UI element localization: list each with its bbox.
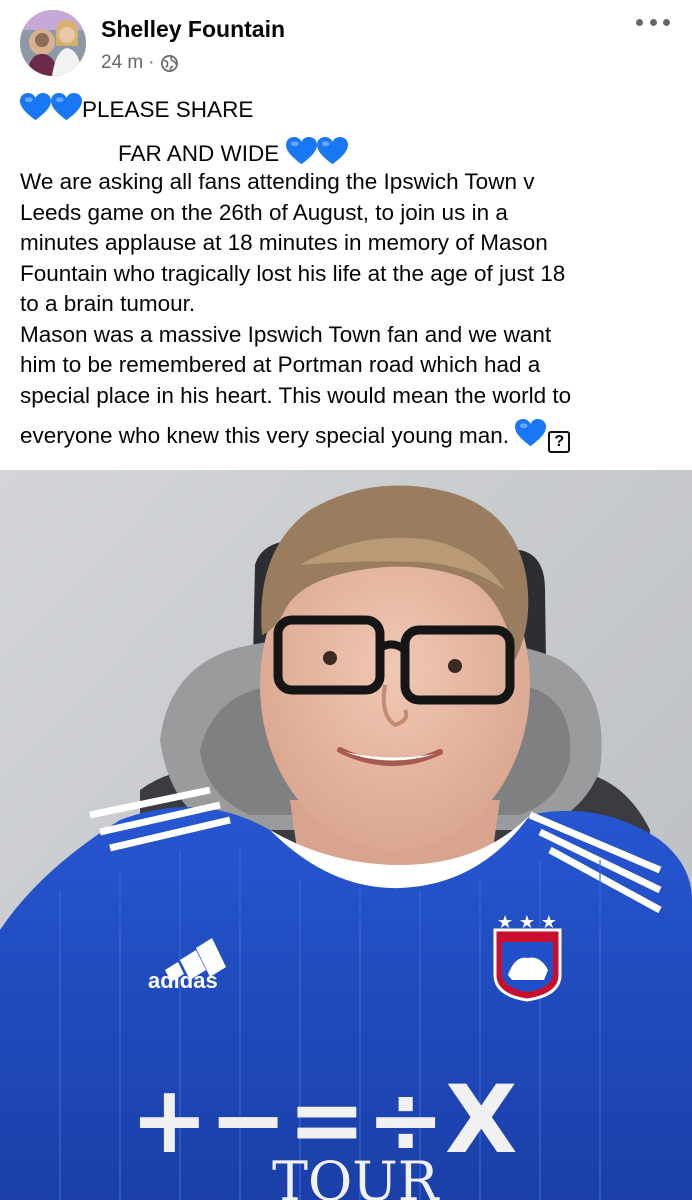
post-line-9: him to be remembered at Portman road whi… [20,352,541,377]
post-text-segment: FAR AND WIDE [118,140,280,166]
post-line-10: special place in his heart. This would m… [20,382,572,408]
blue-heart-icon [51,93,82,121]
post-timestamp[interactable]: 24 m [101,52,143,74]
post-line-5: minutes applause at 18 minutes in memory… [20,230,548,255]
post-line-2: FAR AND WIDE [20,136,680,168]
post-line-6: Fountain who tragically lost his life at… [20,260,566,286]
avatar[interactable] [20,10,86,76]
blue-heart-icon [20,93,51,121]
post-line-3: We are asking all fans attending the Ips… [20,169,535,194]
author-name[interactable]: Shelley Fountain [101,16,285,43]
post-line-4: Leeds game on the 26th of August, to joi… [20,199,508,225]
blue-heart-icon [285,136,317,164]
globe-icon[interactable] [160,54,179,73]
post-line-11: everyone who knew this very special youn… [20,419,680,453]
post-line-7: to a brain tumour. [20,291,196,316]
more-dot [636,18,643,26]
post-photo[interactable]: adidas ★ ★ ★ +−=÷X TOUR [0,470,692,1200]
blue-heart-icon [515,419,547,447]
more-dot [663,18,670,26]
meta-separator: · [148,52,155,73]
club-crest: ★ ★ ★ [493,912,562,1002]
more-options-button[interactable] [636,12,670,32]
post-line-1: PLEASE SHARE [20,93,680,124]
shirt-brand-text: adidas [148,968,218,993]
photo-illustration: adidas ★ ★ ★ +−=÷X TOUR [0,470,692,1200]
post-meta: 24 m · [101,52,179,74]
post-text-segment: PLEASE SHARE [82,97,254,122]
avatar-image [20,10,86,76]
sponsor-word: TOUR [272,1150,440,1200]
more-dot [649,18,657,26]
unknown-emoji-icon: ? [548,431,571,453]
blue-heart-icon [316,136,348,164]
post-text: PLEASE SHARE FAR AND WIDE We are asking … [20,93,680,453]
post-text-segment: everyone who knew this very special youn… [20,423,510,448]
post-line-8: Mason was a massive Ipswich Town fan and… [20,321,552,347]
post-header: Shelley Fountain 24 m · [0,0,692,90]
